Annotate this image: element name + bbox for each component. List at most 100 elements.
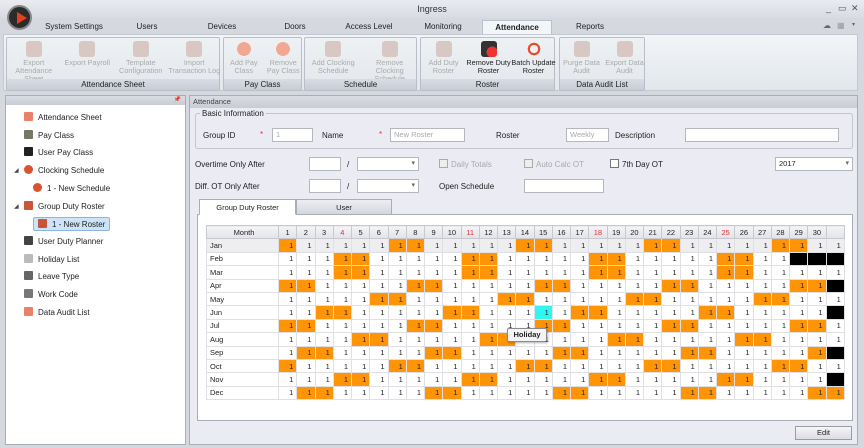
day-cell[interactable]: 1 bbox=[460, 385, 480, 401]
day-cell[interactable]: 1 bbox=[314, 332, 334, 347]
weekend-cell[interactable]: 1 bbox=[369, 291, 389, 307]
invalid-date-cell[interactable] bbox=[825, 251, 845, 267]
sidebar-item-clocking-schedule[interactable]: Clocking Schedule bbox=[24, 164, 104, 178]
day-cell[interactable]: 1 bbox=[807, 291, 827, 307]
day-cell[interactable]: 1 bbox=[496, 345, 517, 360]
day-cell[interactable]: 1 bbox=[405, 291, 426, 307]
day-cell[interactable]: 1 bbox=[496, 305, 517, 320]
day-cell[interactable]: 1 bbox=[588, 291, 608, 307]
day-cell[interactable]: 1 bbox=[569, 318, 590, 334]
weekend-cell[interactable]: 1 bbox=[460, 251, 480, 267]
day-cell[interactable]: 1 bbox=[296, 332, 316, 347]
day-cell[interactable]: 1 bbox=[569, 238, 590, 253]
diff-ot-hours-input[interactable] bbox=[309, 179, 341, 193]
day-cell[interactable]: 1 bbox=[715, 318, 736, 334]
weekend-cell[interactable]: 1 bbox=[734, 372, 754, 387]
weekend-cell[interactable]: 1 bbox=[423, 278, 444, 293]
day-cell[interactable]: 1 bbox=[405, 265, 426, 280]
weekend-cell[interactable]: 1 bbox=[533, 238, 553, 253]
weekend-cell[interactable]: 1 bbox=[296, 318, 316, 334]
weekend-cell[interactable]: 1 bbox=[661, 358, 681, 374]
day-cell[interactable]: 1 bbox=[606, 318, 626, 334]
layout-icon[interactable]: ▦ bbox=[837, 21, 845, 30]
day-cell[interactable]: 1 bbox=[697, 238, 718, 253]
day-cell[interactable]: 1 bbox=[752, 385, 772, 401]
weekend-cell[interactable]: 1 bbox=[350, 332, 371, 347]
weekend-cell[interactable]: 1 bbox=[788, 358, 809, 374]
day-cell[interactable]: 1 bbox=[515, 305, 535, 320]
cloud-icon[interactable]: ☁ bbox=[823, 21, 831, 30]
export-attendance-sheet-button[interactable]: Export Attendance Sheet bbox=[7, 40, 61, 83]
weekend-cell[interactable]: 1 bbox=[642, 238, 663, 253]
day-cell[interactable]: 1 bbox=[460, 278, 480, 293]
sidebar-item-1-new-roster[interactable]: 1 - New Roster bbox=[33, 217, 111, 232]
weekend-cell[interactable]: 1 bbox=[332, 265, 353, 280]
day-cell[interactable]: 1 bbox=[350, 318, 371, 334]
day-cell[interactable]: 1 bbox=[715, 291, 736, 307]
weekend-cell[interactable]: 1 bbox=[788, 318, 809, 334]
day-cell[interactable]: 1 bbox=[460, 318, 480, 334]
day-cell[interactable]: 1 bbox=[606, 345, 626, 360]
day-cell[interactable]: 1 bbox=[442, 372, 462, 387]
day-cell[interactable]: 1 bbox=[569, 358, 590, 374]
weekend-cell[interactable]: 1 bbox=[697, 345, 718, 360]
day-cell[interactable]: 1 bbox=[624, 318, 645, 334]
day-cell[interactable]: 1 bbox=[569, 251, 590, 267]
day-cell[interactable]: 1 bbox=[423, 305, 444, 320]
day-cell[interactable]: 1 bbox=[460, 291, 480, 307]
tab-reports[interactable]: Reports bbox=[565, 20, 615, 34]
weekend-cell[interactable]: 1 bbox=[715, 251, 736, 267]
day-cell[interactable]: 1 bbox=[369, 238, 389, 253]
sidebar-item-user-pay-class[interactable]: User Pay Class bbox=[24, 146, 93, 160]
day-cell[interactable]: 1 bbox=[551, 265, 572, 280]
weekend-cell[interactable]: 1 bbox=[606, 332, 626, 347]
day-cell[interactable]: 1 bbox=[624, 345, 645, 360]
day-cell[interactable]: 1 bbox=[624, 305, 645, 320]
day-cell[interactable]: 1 bbox=[715, 238, 736, 253]
day-cell[interactable]: 1 bbox=[697, 358, 718, 374]
weekend-cell[interactable]: 1 bbox=[387, 358, 407, 374]
day-cell[interactable]: 1 bbox=[460, 358, 480, 374]
day-cell[interactable]: 1 bbox=[734, 238, 754, 253]
overtime-hours-input[interactable] bbox=[309, 157, 341, 171]
day-cell[interactable]: 1 bbox=[642, 318, 663, 334]
day-cell[interactable]: 1 bbox=[825, 238, 845, 253]
day-cell[interactable]: 1 bbox=[551, 238, 572, 253]
day-cell[interactable]: 1 bbox=[661, 251, 681, 267]
day-cell[interactable]: 1 bbox=[752, 251, 772, 267]
day-cell[interactable]: 1 bbox=[277, 345, 298, 360]
weekend-cell[interactable]: 1 bbox=[788, 238, 809, 253]
day-cell[interactable]: 1 bbox=[460, 332, 480, 347]
weekend-cell[interactable]: 1 bbox=[624, 291, 645, 307]
day-cell[interactable]: 1 bbox=[715, 332, 736, 347]
sidebar-item-holiday-list[interactable]: Holiday List bbox=[24, 253, 79, 267]
weekend-cell[interactable]: 1 bbox=[734, 332, 754, 347]
day-cell[interactable]: 1 bbox=[442, 265, 462, 280]
day-cell[interactable]: 1 bbox=[296, 358, 316, 374]
day-cell[interactable]: 1 bbox=[369, 251, 389, 267]
remove-clocking-schedule-button[interactable]: Remove Clocking Schedule bbox=[362, 40, 419, 83]
day-cell[interactable]: 1 bbox=[350, 238, 371, 253]
day-cell[interactable]: 1 bbox=[496, 358, 517, 374]
day-cell[interactable]: 1 bbox=[697, 278, 718, 293]
day-cell[interactable]: 1 bbox=[478, 385, 499, 401]
day-cell[interactable]: 1 bbox=[496, 372, 517, 387]
day-cell[interactable]: 1 bbox=[277, 372, 298, 387]
remove-pay-class-button[interactable]: Remove Pay Class bbox=[264, 40, 304, 75]
weekend-cell[interactable]: 1 bbox=[442, 345, 462, 360]
day-cell[interactable]: 1 bbox=[825, 291, 845, 307]
weekend-cell[interactable]: 1 bbox=[661, 278, 681, 293]
tab-user[interactable]: User bbox=[296, 199, 392, 215]
day-cell[interactable]: 1 bbox=[807, 358, 827, 374]
weekend-cell[interactable]: 1 bbox=[807, 318, 827, 334]
invalid-date-cell[interactable] bbox=[825, 278, 845, 293]
day-cell[interactable]: 1 bbox=[788, 385, 809, 401]
day-cell[interactable]: 1 bbox=[770, 305, 791, 320]
day-cell[interactable]: 1 bbox=[332, 345, 353, 360]
day-cell[interactable]: 1 bbox=[770, 332, 791, 347]
weekend-cell[interactable]: 1 bbox=[405, 278, 426, 293]
weekend-cell[interactable]: 1 bbox=[277, 358, 298, 374]
day-cell[interactable]: 1 bbox=[478, 291, 499, 307]
day-cell[interactable]: 1 bbox=[533, 372, 553, 387]
day-cell[interactable]: 1 bbox=[350, 385, 371, 401]
